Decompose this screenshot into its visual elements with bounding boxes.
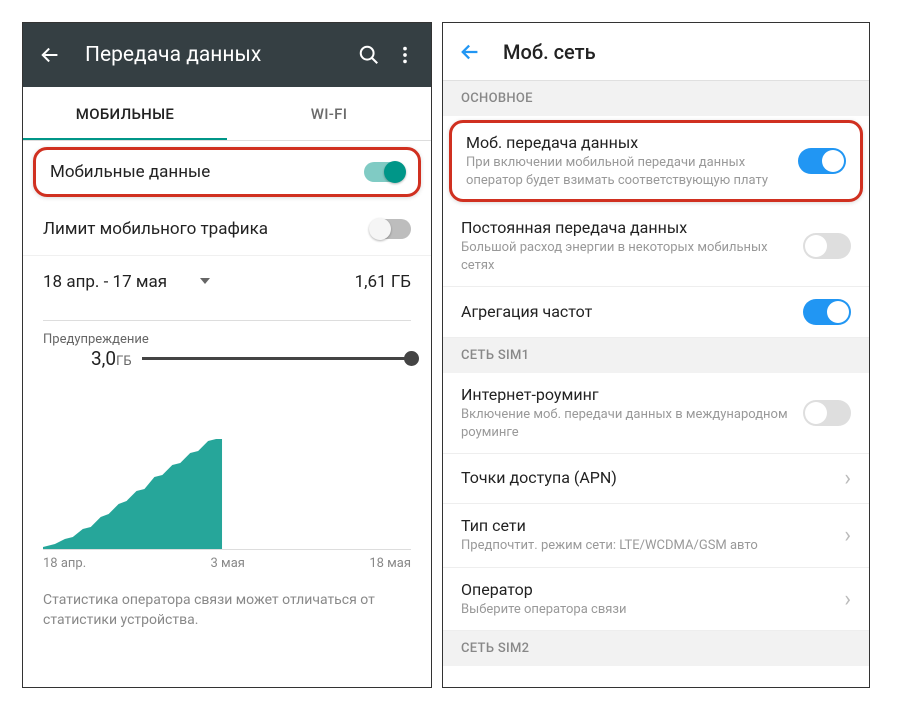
aggregation-row[interactable]: Агрегация частот	[443, 287, 869, 338]
traffic-limit-label: Лимит мобильного трафика	[43, 219, 268, 239]
chart-box: Предупреждение 3,0ГБ	[43, 320, 411, 550]
section-sim2: СЕТЬ SIM2	[443, 631, 869, 666]
mobile-data-subtitle: При включении мобильной передачи данных …	[466, 154, 798, 189]
dropdown-icon	[199, 272, 211, 292]
apn-row[interactable]: Точки доступа (APN) ›	[443, 454, 869, 504]
aggregation-title: Агрегация частот	[461, 302, 803, 321]
roaming-row[interactable]: Интернет-роуминг Включение моб. передачи…	[443, 373, 869, 454]
more-icon[interactable]	[391, 41, 419, 69]
always-on-toggle[interactable]	[803, 233, 851, 259]
x-label-start: 18 апр.	[43, 556, 86, 571]
mobile-data-row[interactable]: Мобильные данные	[33, 147, 421, 197]
warning-label: Предупреждение	[43, 332, 149, 347]
chevron-right-icon: ›	[834, 466, 851, 491]
roaming-subtitle: Включение моб. передачи данных в междуна…	[461, 406, 803, 441]
section-basic: ОСНОВНОЕ	[443, 81, 869, 116]
warning-line[interactable]: Предупреждение 3,0ГБ	[43, 347, 411, 370]
mobile-data-row[interactable]: Моб. передача данных При включении мобил…	[449, 120, 863, 202]
network-type-title: Тип сети	[461, 516, 834, 535]
traffic-limit-toggle[interactable]	[371, 219, 411, 239]
page-title: Моб. сеть	[503, 40, 596, 64]
network-type-subtitle: Предпочтит. режим сети: LTE/WCDMA/GSM ав…	[461, 537, 834, 555]
mobile-data-label: Мобильные данные	[50, 162, 210, 182]
mobile-data-toggle[interactable]	[364, 162, 404, 182]
mobile-data-title: Моб. передача данных	[466, 133, 798, 152]
warning-value: 3,0ГБ	[91, 347, 132, 370]
roaming-toggle[interactable]	[803, 400, 851, 426]
page-title: Передача данных	[85, 43, 355, 67]
chart-x-labels: 18 апр. 3 мая 18 мая	[43, 550, 411, 571]
network-type-row[interactable]: Тип сети Предпочтит. режим сети: LTE/WCD…	[443, 504, 869, 568]
tab-wifi[interactable]: WI-FI	[227, 87, 431, 140]
usage-value: 1,61 ГБ	[355, 272, 411, 292]
tab-mobile[interactable]: МОБИЛЬНЫЕ	[23, 87, 227, 140]
tabs: МОБИЛЬНЫЕ WI-FI	[23, 87, 431, 141]
date-range-row[interactable]: 18 апр. - 17 мая 1,61 ГБ	[23, 256, 431, 308]
aggregation-toggle[interactable]	[803, 299, 851, 325]
always-on-subtitle: Большой расход энергии в некоторых мобил…	[461, 239, 803, 274]
operator-subtitle: Выберите оператора связи	[461, 601, 834, 619]
right-phone: Моб. сеть ОСНОВНОЕ Моб. передача данных …	[442, 22, 870, 688]
usage-chart	[43, 399, 411, 549]
header: Передача данных	[23, 23, 431, 87]
operator-row[interactable]: Оператор Выберите оператора связи ›	[443, 568, 869, 632]
date-range-label: 18 апр. - 17 мая	[43, 272, 167, 292]
always-on-row[interactable]: Постоянная передача данных Большой расхо…	[443, 206, 869, 287]
search-icon[interactable]	[355, 41, 383, 69]
back-button[interactable]	[457, 38, 485, 66]
always-on-title: Постоянная передача данных	[461, 218, 803, 237]
section-sim1: СЕТЬ SIM1	[443, 338, 869, 373]
mobile-data-toggle[interactable]	[798, 148, 846, 174]
operator-title: Оператор	[461, 580, 834, 599]
chart-area: Предупреждение 3,0ГБ 18 апр. 3 мая 18 ма…	[23, 308, 431, 577]
warning-handle-icon[interactable]	[404, 351, 419, 366]
left-phone: Передача данных МОБИЛЬНЫЕ WI-FI Мобильны…	[22, 22, 432, 688]
x-label-end: 18 мая	[369, 556, 411, 571]
apn-title: Точки доступа (APN)	[461, 468, 834, 487]
warning-slider[interactable]	[142, 357, 411, 360]
roaming-title: Интернет-роуминг	[461, 385, 803, 404]
chevron-right-icon: ›	[834, 523, 851, 548]
back-button[interactable]	[35, 39, 67, 71]
traffic-limit-row[interactable]: Лимит мобильного трафика	[23, 203, 431, 256]
chevron-right-icon: ›	[834, 587, 851, 612]
header: Моб. сеть	[443, 23, 869, 81]
footer-note: Статистика оператора связи может отличат…	[23, 577, 431, 644]
x-label-mid: 3 мая	[211, 556, 245, 571]
